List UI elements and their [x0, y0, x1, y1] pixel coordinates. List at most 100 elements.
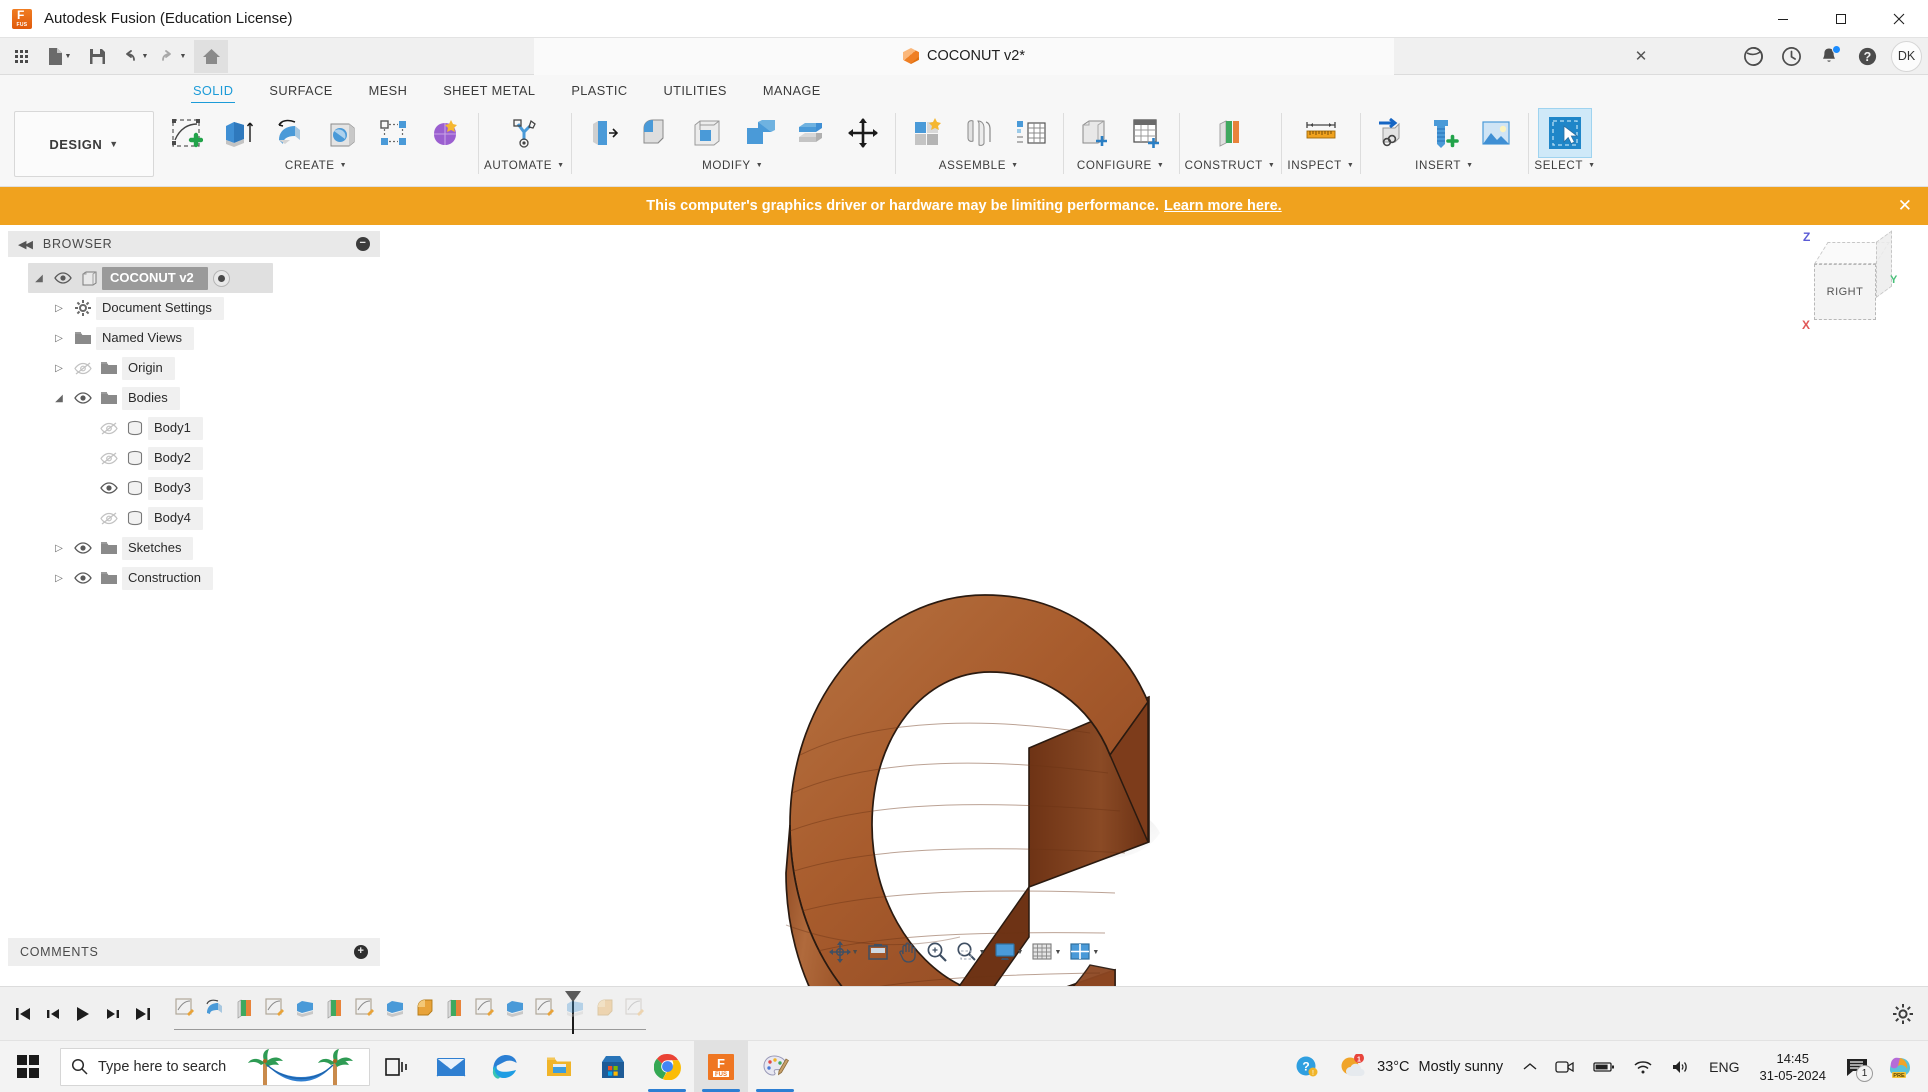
step-back-icon[interactable] — [38, 998, 68, 1030]
tree-item-body2[interactable]: Body2 — [96, 443, 380, 473]
play-icon[interactable] — [68, 998, 98, 1030]
timeline-feature-plane[interactable] — [230, 992, 260, 1024]
battery-icon[interactable] — [1585, 1043, 1623, 1091]
mail-icon[interactable] — [424, 1041, 478, 1092]
action-center-icon[interactable]: 1 — [1838, 1043, 1876, 1091]
tree-item-coconut-v2[interactable]: ◢ COCONUT v2 — [28, 263, 273, 293]
expander-collapsed-icon[interactable]: ▷ — [48, 363, 70, 374]
banner-close-icon[interactable]: ✕ — [1898, 196, 1912, 216]
zoom-fit-icon[interactable]: ▼ — [953, 937, 989, 967]
timeline-feature-sketch[interactable] — [470, 992, 500, 1024]
task-view-icon[interactable] — [370, 1041, 424, 1092]
panel-label-modify[interactable]: MODIFY ▼ — [702, 159, 763, 172]
tab-plastic[interactable]: PLASTIC — [553, 77, 645, 103]
panel-label-create[interactable]: CREATE ▼ — [285, 159, 347, 172]
tree-item-body1[interactable]: Body1 — [96, 413, 380, 443]
timeline-feature-extrude[interactable] — [500, 992, 530, 1024]
banner-learn-more-link[interactable]: Learn more here. — [1164, 198, 1282, 214]
activate-component-radio[interactable] — [212, 269, 230, 287]
visibility-eye-off-icon[interactable] — [96, 451, 122, 465]
bell-icon[interactable] — [1811, 40, 1847, 72]
tree-item-origin[interactable]: ▷ Origin — [48, 353, 380, 383]
fillet-icon[interactable] — [629, 109, 681, 157]
visibility-eye-off-icon[interactable] — [70, 361, 96, 375]
timeline-track[interactable] — [170, 990, 650, 1036]
joint-icon[interactable] — [953, 109, 1005, 157]
minus-circle-icon[interactable]: − — [356, 237, 370, 251]
camera-icon[interactable] — [1547, 1043, 1583, 1091]
timeline-feature-extrude[interactable] — [560, 992, 590, 1024]
timeline-feature-plane[interactable] — [320, 992, 350, 1024]
revolve-icon[interactable] — [264, 109, 316, 157]
viewcube-front-face[interactable]: RIGHT — [1814, 264, 1876, 320]
panel-label-configure[interactable]: CONFIGURE ▼ — [1077, 159, 1165, 172]
measure-ruler-icon[interactable] — [1295, 109, 1347, 157]
timeline-feature-sketch[interactable] — [350, 992, 380, 1024]
wifi-icon[interactable] — [1625, 1043, 1661, 1091]
zoom-magnifier-icon[interactable] — [923, 937, 951, 967]
timeline-feature-sketch[interactable] — [620, 992, 650, 1024]
close-icon[interactable] — [1870, 0, 1928, 38]
store-icon[interactable] — [586, 1041, 640, 1092]
grid-icon[interactable] — [4, 40, 38, 73]
redo-icon[interactable]: ▼ — [156, 40, 190, 73]
panel-label-select[interactable]: SELECT ▼ — [1534, 159, 1595, 172]
bom-table-icon[interactable] — [1005, 109, 1057, 157]
windows-logo-icon[interactable] — [0, 1041, 56, 1092]
search-input[interactable]: Type here to search — [60, 1047, 370, 1086]
panel-label-automate[interactable]: AUTOMATE ▼ — [484, 159, 565, 172]
new-component-icon[interactable] — [901, 109, 953, 157]
expander-expanded-icon[interactable]: ◢ — [48, 393, 70, 404]
file-icon[interactable]: ▼ — [42, 40, 76, 73]
form-sculpt-icon[interactable] — [420, 109, 472, 157]
view-cube[interactable]: RIGHT Z Y X — [1796, 228, 1906, 343]
visibility-eye-icon[interactable] — [70, 572, 96, 584]
look-at-icon[interactable] — [864, 937, 892, 967]
save-icon[interactable] — [80, 40, 114, 73]
timeline-feature-extrude[interactable] — [380, 992, 410, 1024]
show-hidden-icons-chevron[interactable] — [1515, 1043, 1545, 1091]
configure-table-icon[interactable] — [1121, 109, 1173, 157]
expander-collapsed-icon[interactable]: ▷ — [48, 573, 70, 584]
visibility-eye-icon[interactable] — [96, 482, 122, 494]
monitor-icon[interactable]: ▼ — [991, 937, 1027, 967]
timeline-feature-plane[interactable] — [440, 992, 470, 1024]
grid-snap-icon[interactable]: ▼ — [1028, 937, 1064, 967]
speaker-icon[interactable] — [1663, 1043, 1699, 1091]
timeline-feature-extrude[interactable] — [290, 992, 320, 1024]
automate-node-icon[interactable] — [498, 109, 550, 157]
tab-utilities[interactable]: UTILITIES — [645, 77, 744, 103]
derive-link-icon[interactable] — [1366, 109, 1418, 157]
tree-item-sketches[interactable]: ▷ Sketches — [48, 533, 380, 563]
clock[interactable]: 14:45 31-05-2024 — [1750, 1043, 1837, 1091]
visibility-eye-icon[interactable] — [50, 272, 76, 284]
tree-item-document-settings[interactable]: ▷ Document Settings — [48, 293, 380, 323]
step-forward-icon[interactable] — [98, 998, 128, 1030]
chrome-icon[interactable] — [640, 1041, 694, 1092]
tree-item-construction[interactable]: ▷ Construction — [48, 563, 380, 593]
fusion-icon[interactable]: F FUS — [694, 1040, 748, 1092]
timeline-feature-sketch[interactable] — [530, 992, 560, 1024]
extrude-icon[interactable] — [212, 109, 264, 157]
weather-widget[interactable]: 1 33°C Mostly sunny — [1328, 1043, 1513, 1091]
image-canvas-icon[interactable] — [1470, 109, 1522, 157]
tree-item-bodies[interactable]: ◢ Bodies — [48, 383, 380, 413]
tree-item-named-views[interactable]: ▷ Named Views — [48, 323, 380, 353]
copilot-icon[interactable]: PRE — [1878, 1043, 1920, 1091]
document-tab[interactable]: COCONUT v2* — [534, 37, 1394, 75]
clock-icon[interactable] — [1773, 40, 1809, 72]
edge-icon[interactable] — [478, 1041, 532, 1092]
workspace-selector[interactable]: DESIGN ▼ — [14, 111, 154, 177]
tree-item-body3[interactable]: Body3 — [96, 473, 380, 503]
panel-label-assemble[interactable]: ASSEMBLE ▼ — [939, 159, 1019, 172]
timeline-feature-revolve[interactable] — [200, 992, 230, 1024]
pan-hand-icon[interactable] — [894, 937, 921, 967]
shell-icon[interactable] — [681, 109, 733, 157]
language-indicator[interactable]: ENG — [1701, 1043, 1747, 1091]
move-arrows-icon[interactable] — [837, 109, 889, 157]
orbit-icon[interactable]: ▼ — [826, 937, 862, 967]
expander-expanded-icon[interactable]: ◢ — [28, 273, 50, 284]
visibility-eye-icon[interactable] — [70, 542, 96, 554]
sphere-cut-icon[interactable] — [316, 109, 368, 157]
timeline-feature-fillet[interactable] — [410, 992, 440, 1024]
